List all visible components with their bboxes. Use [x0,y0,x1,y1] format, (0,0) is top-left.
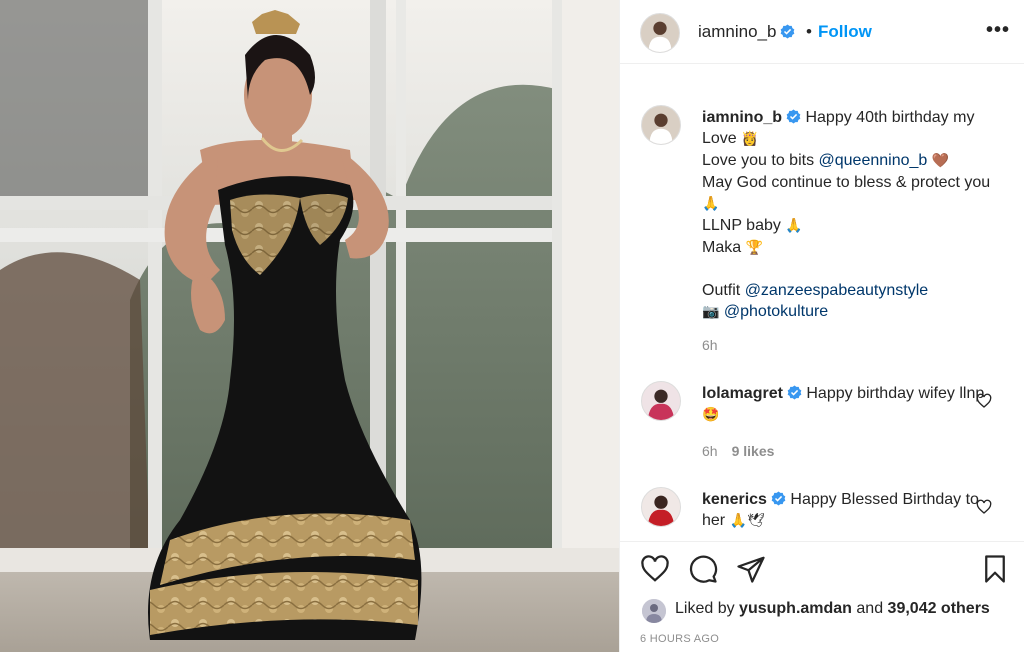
comment-like-heart-icon-2[interactable] [976,499,992,515]
verified-badge-icon [771,491,786,506]
comment-avatar-kenerics[interactable] [641,487,681,527]
comment-username-2[interactable]: kenerics [702,491,767,508]
trophy-emoji: 🏆 [745,240,764,256]
praying-dove-emoji: 🙏🕊 [729,513,765,529]
praying-hands-emoji-2: 🙏 [785,218,803,234]
post-image [0,0,619,652]
caption-meta: 6h [702,337,718,353]
caption-line-3: May God continue to bless & protect you [702,174,991,191]
paper-plane-icon[interactable] [736,554,766,584]
author-username[interactable]: iamnino_b [698,22,795,42]
likes-count[interactable]: 39,042 others [888,600,990,617]
caption-username[interactable]: iamnino_b [702,109,782,126]
bookmark-icon[interactable] [980,554,1010,584]
verified-badge-icon [786,109,801,124]
post-header: iamnino_b • Follow ••• [620,0,1024,64]
comment-username-1[interactable]: lolamagret [702,385,783,402]
star-struck-emoji: 🤩 [702,407,720,423]
mention-photokulture[interactable]: @photokulture [724,303,828,320]
caption-line-5: Maka [702,239,742,256]
mention-zanzee[interactable]: @zanzeespabeautynstyle [745,282,928,299]
header-dot-separator: • [806,22,812,41]
liked-by-user[interactable]: yusuph.amdan [739,600,852,617]
author-avatar[interactable] [640,13,680,53]
comment-likes-1[interactable]: 9 likes [732,443,775,459]
post-photo[interactable] [0,0,619,652]
post-side-panel: iamnino_b • Follow ••• iamnino_b Happy 4… [619,0,1024,652]
comment-icon[interactable] [688,554,718,584]
verified-badge-icon [781,24,795,39]
brown-heart-emoji: 🤎 [931,153,950,169]
liked-by-middle: and [851,600,888,617]
post-actions: Liked by yusuph.amdan and 39,042 others … [620,541,1024,652]
comment-body-1: Happy birthday wifey llnp [806,385,985,402]
comments-list[interactable]: iamnino_b Happy 40th birthday my Love 👸 … [620,65,1024,541]
caption-line-2: Love you to bits [702,152,819,169]
more-options-icon[interactable]: ••• [986,20,1010,40]
heart-icon[interactable] [640,554,670,584]
caption-line-6: Outfit [702,282,745,299]
liked-by-text: Liked by yusuph.amdan and 39,042 others [675,600,990,618]
caption-time[interactable]: 6h [702,337,718,353]
comment-text-1: lolamagret Happy birthday wifey llnp 🤩 [702,383,1002,426]
follow-button[interactable]: Follow [818,22,872,42]
praying-hands-emoji: 🙏 [702,196,720,212]
camera-emoji: 📷 [702,304,720,320]
author-username-text[interactable]: iamnino_b [698,22,776,41]
caption-line-4: LLNP baby [702,217,781,234]
liked-by-avatar[interactable] [642,599,666,623]
liked-by-prefix: Liked by [675,600,740,617]
princess-emoji: 👸 [741,131,759,147]
verified-badge-icon [787,385,802,400]
comment-time-1[interactable]: 6h [702,443,718,459]
mention-queennino[interactable]: @queennino_b [819,152,928,169]
comment-like-heart-icon[interactable] [976,393,992,409]
caption-author-avatar[interactable] [641,105,681,145]
comment-text-2: kenerics Happy Blessed Birthday to her 🙏… [702,489,1002,532]
comment-meta-1: 6h 9 likes [702,443,774,459]
comment-avatar-lolamagret[interactable] [641,381,681,421]
post-time-ago[interactable]: 6 HOURS AGO [640,633,719,645]
caption-text: iamnino_b Happy 40th birthday my Love 👸 … [702,107,1002,323]
